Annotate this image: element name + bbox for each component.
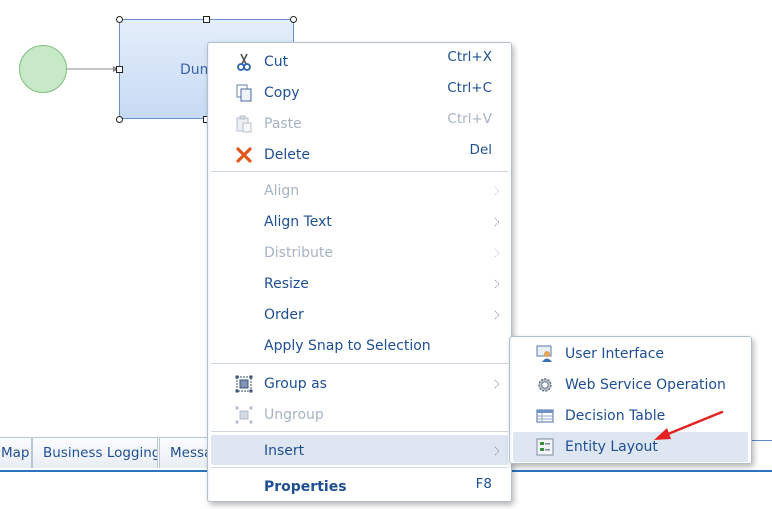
menu-item-delete-shortcut: Del — [469, 142, 492, 158]
submenu-item-decision-table[interactable]: Decision Table — [513, 401, 748, 431]
ungroup-icon — [235, 406, 253, 424]
submenu-arrow-icon — [494, 379, 500, 389]
menu-item-order[interactable]: Order — [211, 299, 508, 329]
menu-item-cut-shortcut: Ctrl+X — [447, 49, 492, 65]
menu-item-distribute[interactable]: Distribute — [211, 237, 508, 267]
menu-item-insert-label: Insert — [264, 443, 305, 459]
entity-layout-icon — [536, 438, 554, 456]
menu-item-cut-label: Cut — [264, 54, 289, 70]
menu-separator — [211, 467, 508, 468]
submenu-arrow-icon — [494, 248, 500, 258]
menu-item-resize-label: Resize — [264, 276, 309, 292]
menu-item-group-as[interactable]: Group as — [211, 368, 508, 398]
menu-item-insert[interactable]: Insert — [211, 435, 508, 465]
menu-item-paste[interactable]: Paste Ctrl+V — [211, 108, 508, 138]
menu-item-align[interactable]: Align — [211, 175, 508, 205]
tab-messages[interactable]: Messa — [159, 437, 211, 468]
tab-business-logging-label: Business Logging — [43, 445, 158, 461]
menu-item-apply-snap-label: Apply Snap to Selection — [264, 338, 431, 354]
menu-separator — [211, 363, 508, 364]
submenu-arrow-icon — [494, 186, 500, 196]
submenu-item-entity-layout-label: Entity Layout — [565, 439, 658, 455]
paste-icon — [236, 115, 252, 133]
menu-item-ungroup-label: Ungroup — [264, 407, 324, 423]
menu-item-align-text[interactable]: Align Text — [211, 206, 508, 236]
submenu-item-decision-table-label: Decision Table — [565, 408, 666, 424]
menu-item-resize[interactable]: Resize — [211, 268, 508, 298]
menu-item-properties[interactable]: Properties F8 — [211, 471, 508, 501]
menu-item-align-label: Align — [264, 183, 300, 199]
user-interface-icon — [536, 345, 552, 362]
selection-handle-top-right[interactable] — [290, 16, 297, 23]
submenu-item-web-service-operation[interactable]: Web Service Operation — [513, 370, 748, 400]
menu-item-distribute-label: Distribute — [264, 245, 333, 261]
context-menu: Cut Ctrl+X Copy Ctrl+C Paste Ctrl+V Dele… — [207, 42, 512, 502]
menu-item-paste-shortcut: Ctrl+V — [447, 111, 492, 127]
menu-separator — [211, 431, 508, 432]
menu-item-delete-label: Delete — [264, 147, 310, 163]
selection-handle-left[interactable] — [116, 66, 123, 73]
menu-item-copy-shortcut: Ctrl+C — [447, 80, 492, 96]
group-icon — [235, 375, 253, 393]
submenu-arrow-icon — [494, 217, 500, 227]
tab-business-logging[interactable]: Business Logging — [32, 437, 158, 468]
selection-handle-bottom-left[interactable] — [116, 116, 123, 123]
menu-item-cut[interactable]: Cut Ctrl+X — [211, 46, 508, 76]
menu-item-paste-label: Paste — [264, 116, 302, 132]
submenu-item-user-interface-label: User Interface — [565, 346, 665, 362]
submenu-arrow-icon — [494, 446, 500, 456]
tab-map[interactable]: Map — [0, 437, 32, 468]
table-icon — [536, 409, 554, 423]
menu-item-delete[interactable]: Delete Del — [211, 139, 508, 169]
selection-handle-top[interactable] — [203, 16, 210, 23]
scissors-icon — [237, 53, 251, 71]
menu-item-order-label: Order — [264, 307, 304, 323]
submenu-item-user-interface[interactable]: User Interface — [513, 339, 748, 369]
menu-item-properties-label: Properties — [264, 479, 347, 495]
tab-messages-label: Messa — [170, 445, 211, 461]
menu-item-copy-label: Copy — [264, 85, 300, 101]
submenu-item-entity-layout[interactable]: Entity Layout — [513, 432, 748, 462]
copy-icon — [236, 84, 252, 102]
tab-map-label: Map — [1, 445, 30, 461]
gear-icon — [538, 378, 552, 392]
insert-submenu: User Interface Web Service Operation Dec… — [509, 336, 752, 464]
menu-item-ungroup[interactable]: Ungroup — [211, 399, 508, 429]
delete-x-icon — [236, 147, 252, 163]
submenu-item-web-service-operation-label: Web Service Operation — [565, 377, 726, 393]
selection-handle-top-left[interactable] — [116, 16, 123, 23]
menu-item-copy[interactable]: Copy Ctrl+C — [211, 77, 508, 107]
menu-item-align-text-label: Align Text — [264, 214, 332, 230]
menu-item-properties-shortcut: F8 — [475, 476, 492, 492]
menu-item-apply-snap[interactable]: Apply Snap to Selection — [211, 330, 508, 360]
submenu-arrow-icon — [494, 310, 500, 320]
start-event-circle[interactable] — [19, 45, 67, 93]
menu-item-group-as-label: Group as — [264, 376, 327, 392]
menu-separator — [211, 171, 508, 172]
submenu-arrow-icon — [494, 279, 500, 289]
